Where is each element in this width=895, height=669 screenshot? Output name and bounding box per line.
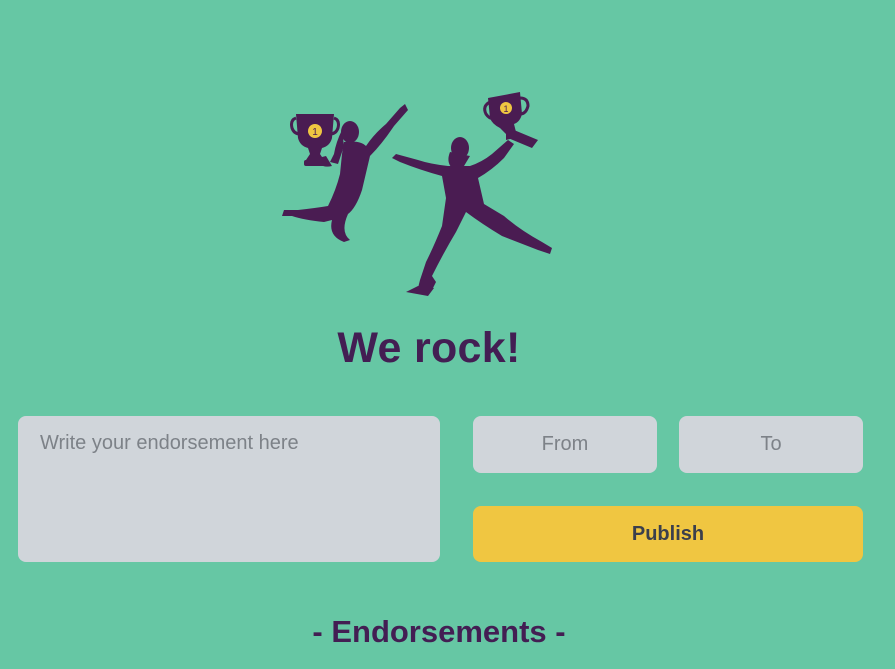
publish-button[interactable]: Publish (473, 506, 863, 562)
trophy-badge-text: 1 (503, 104, 508, 114)
page-title: We rock! (337, 324, 521, 372)
to-input[interactable] (679, 416, 863, 473)
trophy-badge-text: 1 (312, 127, 318, 138)
from-input[interactable] (473, 416, 657, 473)
trophy-celebration-icon: 1 1 (282, 92, 552, 296)
endorsements-heading: - Endorsements - (312, 614, 566, 649)
hero-illustration: 1 1 (270, 90, 600, 305)
endorsement-input[interactable] (18, 416, 440, 562)
